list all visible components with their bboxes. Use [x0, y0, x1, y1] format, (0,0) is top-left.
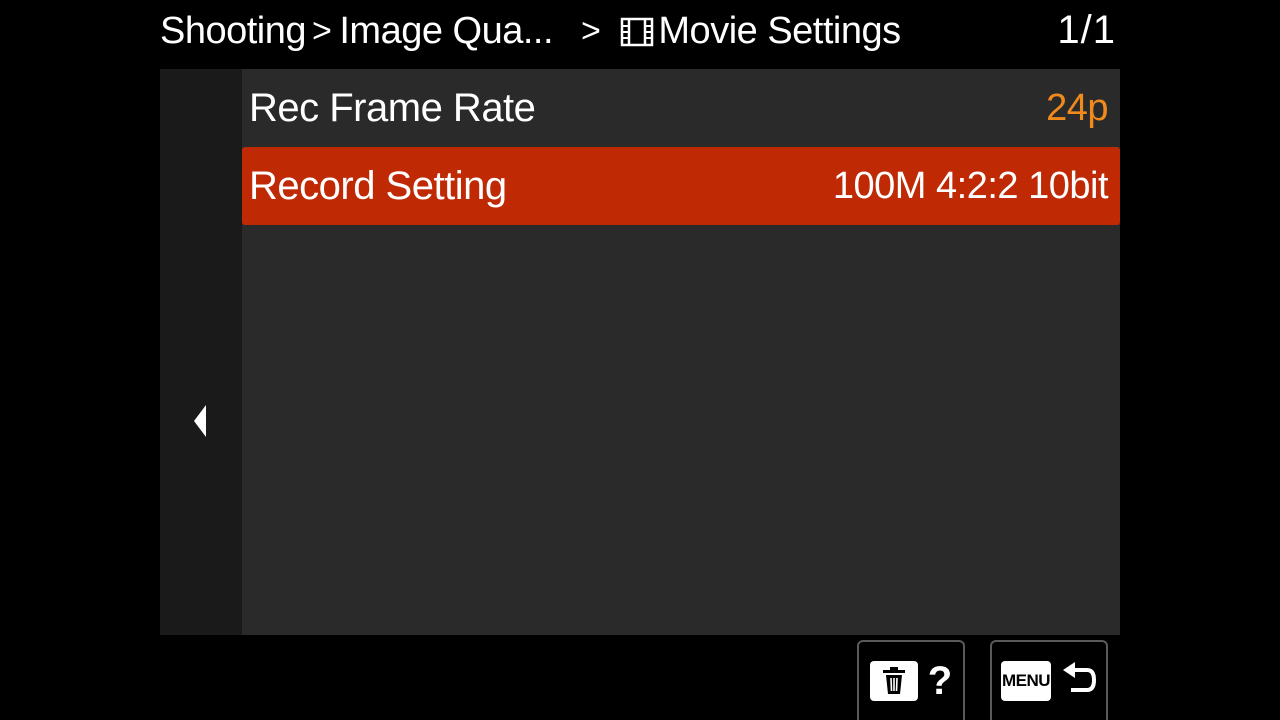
return-arrow-icon [1063, 662, 1097, 692]
menu-label: MENU [1001, 661, 1051, 701]
menu-item-record-setting[interactable]: Record Setting 100M 4:2:2 10bit [242, 147, 1120, 225]
menu-item-value: 100M 4:2:2 10bit [832, 164, 1109, 207]
menu-return-button[interactable]: MENU [990, 640, 1108, 720]
breadcrumb-shooting[interactable]: Shooting [160, 10, 307, 53]
menu-item-label: Rec Frame Rate [249, 85, 536, 130]
menu-item-label: Record Setting [249, 163, 507, 208]
menu-item-rec-frame-rate[interactable]: Rec Frame Rate 24p [242, 69, 1120, 147]
breadcrumb-separator: > [312, 11, 332, 50]
help-icon: ? [927, 658, 953, 703]
breadcrumb-current: Movie Settings [658, 9, 901, 52]
menu-list: Rec Frame Rate 24p Record Setting 100M 4… [242, 69, 1120, 635]
breadcrumb-separator: > [581, 11, 601, 50]
left-nav-strip [160, 69, 242, 635]
camera-menu-screen: Shooting > Image Qua... > Movie Settings… [0, 0, 1280, 720]
delete-help-button[interactable]: ? [857, 640, 965, 720]
breadcrumb: Shooting > Image Qua... > Movie Settings… [160, 0, 1120, 62]
left-triangle-icon[interactable] [192, 403, 208, 439]
menu-item-value: 24p [1046, 86, 1108, 129]
film-icon [620, 15, 654, 47]
breadcrumb-image-quality[interactable]: Image Qua... [339, 10, 553, 53]
page-indicator: 1/1 [1057, 8, 1116, 52]
trash-icon [869, 661, 918, 701]
